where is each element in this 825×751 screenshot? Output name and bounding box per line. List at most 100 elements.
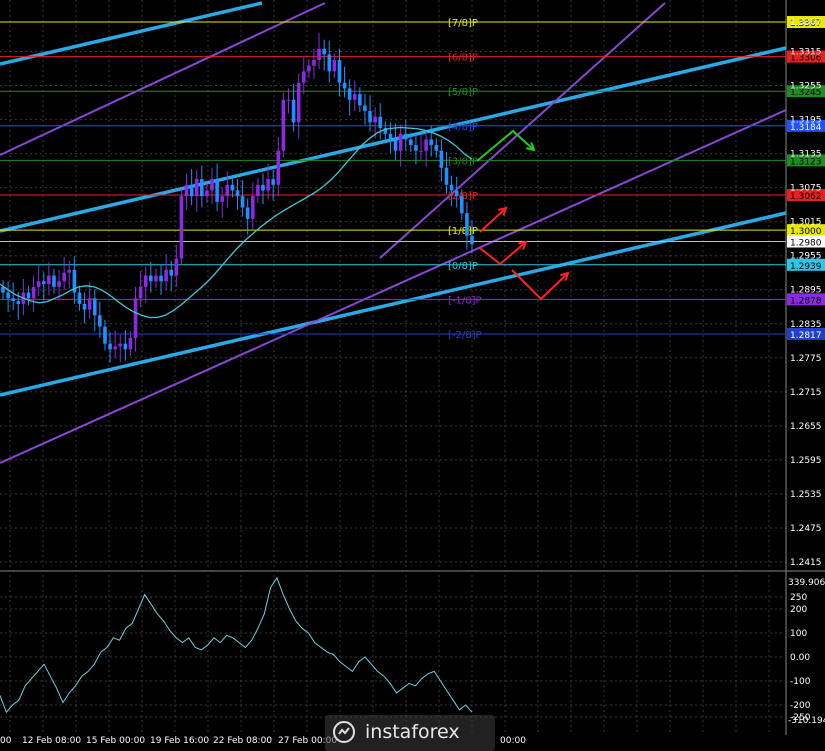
candle-body — [276, 150, 281, 185]
candle-body — [256, 184, 260, 197]
candle-body — [133, 298, 138, 338]
candle-body — [409, 139, 413, 146]
channel-line-purple — [0, 109, 787, 464]
candle-body — [454, 190, 459, 197]
murrey-label: [-1/8]P — [448, 295, 482, 306]
murrey-tag-text: 1.2817 — [790, 331, 822, 341]
candle-body — [205, 190, 209, 197]
channel-line-cyan — [0, 46, 787, 233]
candle-body — [67, 269, 72, 273]
chart-canvas: [7/8]P 1.3367[6/8]P 1.3306[5/8]P 1.3245[4/8… — [0, 0, 825, 746]
candle-body — [31, 286, 36, 299]
candle-body — [266, 179, 270, 191]
moving-average — [0, 126, 473, 319]
cci-tick-label: -100 — [790, 677, 811, 687]
candle-body — [363, 105, 367, 112]
price-tick-label: 1.2595 — [790, 456, 822, 466]
murrey-label: [3/8]P — [448, 156, 478, 167]
candle-body — [26, 292, 31, 299]
cci-max-label: 339.9066 — [788, 578, 825, 588]
price-tick-label: 1.2655 — [790, 422, 822, 432]
murrey-label: [7/8]P — [448, 18, 478, 29]
instaforex-logo-icon — [333, 721, 355, 743]
price-tick-label: 1.3075 — [790, 184, 822, 194]
forecast-arrow — [479, 207, 507, 233]
price-tick-label: 1.3255 — [790, 82, 822, 92]
price-axis: 1.3367 1.3315 1.3255 1.3195 1.3135 1.3075 1.30… — [790, 18, 822, 568]
current-price-text: 1.2980 — [790, 239, 822, 249]
candle-body — [373, 116, 377, 123]
candle-body — [434, 145, 439, 151]
candle-body — [465, 213, 469, 236]
candle-body — [103, 326, 107, 344]
price-tick-label: 1.3015 — [790, 218, 822, 228]
candle-body — [154, 275, 158, 282]
candle-body — [301, 71, 306, 83]
candle-body — [470, 235, 474, 245]
cci-min-label: -310.194 — [788, 716, 825, 726]
candle-body — [36, 281, 41, 287]
candle-body — [184, 184, 189, 197]
candle-body — [41, 281, 46, 285]
candle-body — [261, 184, 265, 191]
candle-body — [358, 94, 362, 106]
price-tick-label: 1.2895 — [790, 286, 822, 296]
murrey-tag-text: 1.2939 — [790, 262, 822, 272]
murrey-label: [6/8]P — [448, 53, 478, 64]
candle-body — [281, 99, 286, 151]
ma-line — [0, 126, 473, 319]
candle-body — [169, 269, 174, 276]
murrey-levels: [7/8]P 1.3367[6/8]P 1.3306[5/8]P 1.3245[4/8… — [0, 16, 825, 341]
price-tick-label: 1.3135 — [790, 150, 822, 160]
candle-body — [123, 343, 128, 350]
candle-body — [312, 60, 316, 66]
candle-body — [220, 196, 225, 202]
candle-body — [149, 275, 153, 282]
murrey-tag-text: 1.2878 — [790, 296, 822, 306]
candle-body — [164, 269, 168, 282]
candle-body — [200, 179, 204, 197]
candle-body — [460, 196, 464, 214]
candle-body — [57, 281, 61, 287]
candle-body — [11, 298, 15, 302]
cci-tick-label: 250 — [790, 593, 807, 603]
cci-panel: 2502001000.00-100-200-250339.9066-310.19… — [0, 576, 825, 726]
candle-body — [296, 82, 301, 123]
candle-body — [250, 196, 255, 219]
candle-body — [286, 99, 291, 101]
candle-body — [271, 179, 275, 185]
candle-body — [113, 346, 117, 350]
candle-body — [449, 184, 454, 191]
candle-body — [424, 139, 428, 151]
candle-body — [138, 286, 143, 299]
candle-body — [429, 139, 434, 146]
candle-body — [444, 167, 449, 185]
candle-body — [47, 275, 51, 285]
candle-body — [317, 48, 321, 61]
murrey-label: [-2/8]P — [448, 330, 482, 341]
candle-body — [108, 343, 112, 350]
cci-tick-label: 200 — [790, 605, 807, 615]
candle-body — [52, 275, 56, 287]
candle-body — [179, 196, 184, 259]
price-tick-label: 1.2835 — [790, 320, 822, 330]
time-tick-label: 15 Feb 00:00 — [86, 736, 145, 746]
candle-body — [235, 190, 240, 197]
murrey-label: [5/8]P — [448, 87, 478, 98]
candle-body — [194, 179, 199, 197]
candle-body — [414, 145, 418, 151]
price-tick-label: 1.3195 — [790, 116, 822, 126]
murrey-label: [1/8]P — [448, 226, 478, 237]
cci-tick-label: -200 — [790, 701, 811, 711]
candle-body — [215, 179, 219, 202]
candle-body — [398, 133, 403, 151]
channel-line-cyan — [0, 211, 787, 397]
candle-body — [230, 184, 235, 191]
candle-body — [128, 337, 133, 350]
time-tick-label: 19 Feb 16:00 — [150, 736, 209, 746]
price-tick-label: 1.3315 — [790, 47, 822, 57]
candle-body — [210, 179, 214, 191]
candle-body — [419, 150, 423, 152]
price-tick-label: 1.2535 — [790, 490, 822, 500]
candle-body — [307, 65, 311, 72]
